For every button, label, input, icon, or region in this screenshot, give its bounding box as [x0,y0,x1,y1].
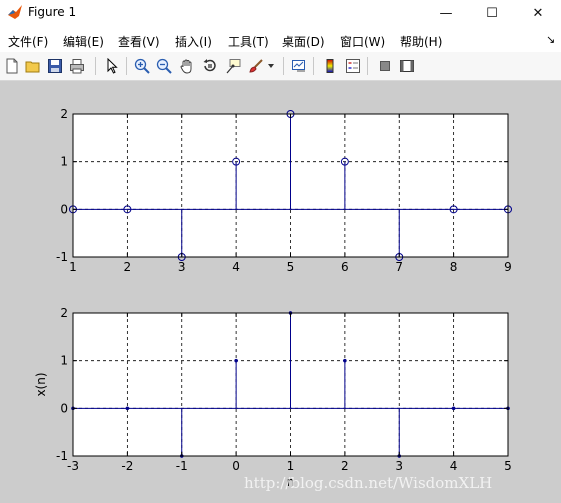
x-tick-label: 3 [395,459,403,473]
x-tick-label: 9 [504,260,512,274]
stem-marker [125,406,130,411]
toolbar-separator [313,57,314,75]
axes-2: -3 -2 -1 0 1 2 3 4 5-1012nx(n) [34,306,512,489]
brush-icon[interactable] [247,57,265,75]
y-tick-label: 0 [60,401,68,415]
show-plot-tools-icon[interactable] [398,57,416,75]
y-tick-label: 1 [60,155,68,169]
menu-edit[interactable]: 编辑(E) [63,33,104,50]
stem-marker [451,406,456,411]
x-tick-label: 4 [450,459,458,473]
title-bar: Figure 1 — ☐ ✕ [0,0,561,26]
menu-insert[interactable]: 插入(I) [175,33,212,50]
x-tick-label: 5 [287,260,295,274]
menu-desktop[interactable]: 桌面(D) [282,33,325,50]
y-tick-label: 0 [60,202,68,216]
toolbar-separator [283,57,284,75]
maximize-button[interactable]: ☐ [469,0,515,26]
data-cursor-icon[interactable] [224,57,242,75]
hide-plot-tools-icon[interactable] [376,57,394,75]
x-tick-label: 1 [69,260,77,274]
x-tick-label: 4 [232,260,240,274]
window-title: Figure 1 [28,5,77,19]
menu-window[interactable]: 窗口(W) [340,33,385,50]
x-tick-label: 1 [287,459,295,473]
x-tick-label: 0 [232,459,240,473]
legend-icon[interactable] [344,57,362,75]
menu-file[interactable]: 文件(F) [8,33,48,50]
axes-1: 1 2 3 4 5 6 7 8 9 -1 0 1 2 [56,107,512,274]
rotate-3d-icon[interactable] [201,57,219,75]
y-tick-label: 2 [60,107,68,121]
brush-dropdown-icon[interactable] [266,57,276,75]
toolbar-separator [367,57,368,75]
toolbar-separator [126,57,127,75]
x-tick-label: -1 [176,459,188,473]
watermark-text: http://blog.csdn.net/WisdomXLH [244,474,493,492]
save-icon[interactable] [46,57,64,75]
toolbar-separator [95,57,96,75]
colorbar-icon[interactable] [321,57,339,75]
close-button[interactable]: ✕ [515,0,561,26]
minimize-button[interactable]: — [423,0,469,26]
select-arrow-icon[interactable] [103,57,121,75]
pan-hand-icon[interactable] [178,57,196,75]
open-file-icon[interactable] [24,57,42,75]
x-tick-label: 2 [124,260,132,274]
x-tick-label: 5 [504,459,512,473]
x-tick-label: 7 [395,260,403,274]
x-tick-label: 3 [178,260,186,274]
y-tick-label: -1 [56,250,68,264]
print-icon[interactable] [68,57,86,75]
menu-help[interactable]: 帮助(H) [400,33,442,50]
menu-tools[interactable]: 工具(T) [228,33,269,50]
x-tick-label: -3 [67,459,79,473]
y-axis-label: x(n) [34,372,48,396]
matlab-logo-icon [8,5,22,19]
x-tick-label: 6 [341,260,349,274]
plots-svg: 1 2 3 4 5 6 7 8 9-1012-3 -2 -1 0 1 2 3 4 5-1012nx(n) [34,107,512,489]
menu-bar: 文件(F) 编辑(E) 查看(V) 插入(I) 工具(T) 桌面(D) 窗口(W… [0,28,561,52]
y-tick-label: -1 [56,449,68,463]
link-plot-icon[interactable] [290,57,308,75]
y-tick-label: 2 [60,306,68,320]
new-figure-icon[interactable] [3,57,21,75]
zoom-out-icon[interactable] [155,57,173,75]
menu-view[interactable]: 查看(V) [118,33,160,50]
menu-overflow-arrow-icon[interactable]: ↘ [546,33,555,46]
stem-marker [343,358,347,363]
x-tick-label: 2 [341,459,349,473]
y-tick-label: 1 [60,354,68,368]
zoom-in-icon[interactable] [133,57,151,75]
x-tick-label: 8 [450,260,458,274]
x-tick-label: -2 [121,459,133,473]
figure-canvas[interactable]: 1 2 3 4 5 6 7 8 9 -1 0 1 2 -3 -2 -1 0 1 2 3 4 5 -1 0 1 2 n x(n) [0,81,561,503]
toolbar [0,52,561,81]
stem-marker [234,358,238,363]
